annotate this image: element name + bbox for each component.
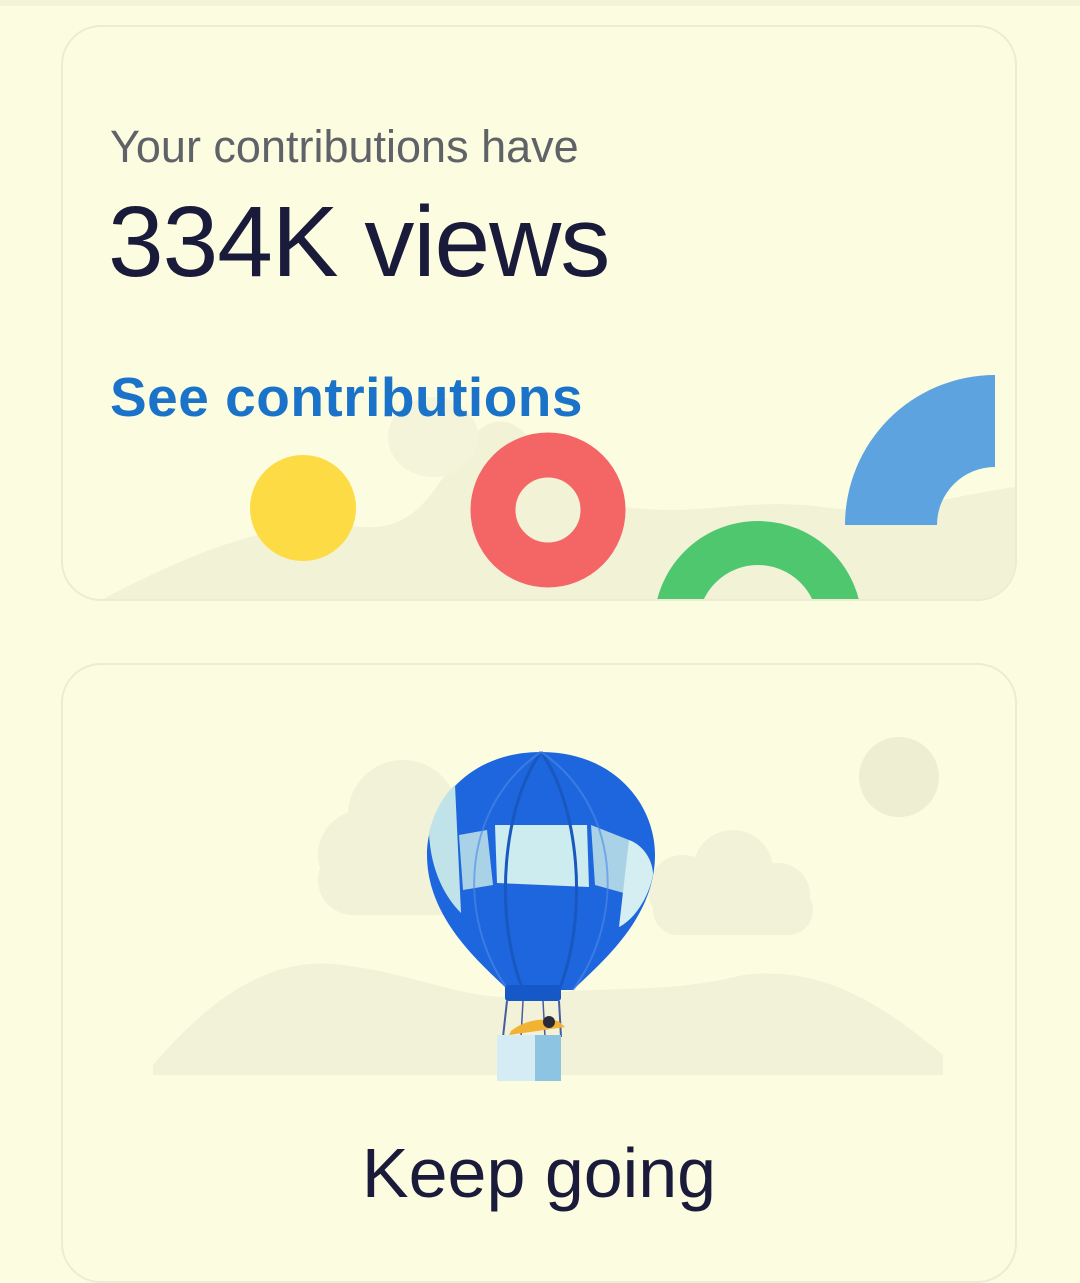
contributions-subtitle: Your contributions have — [110, 121, 579, 172]
views-count: 334K views — [108, 186, 610, 298]
progress-card: Keep going — [61, 663, 1017, 1283]
contributions-card: Your contributions have 334K views See c… — [61, 25, 1017, 601]
sun-shape — [859, 737, 939, 817]
keep-going-message: Keep going — [361, 1134, 717, 1212]
see-contributions-link[interactable]: See contributions — [110, 365, 583, 429]
yellow-circle-shape — [250, 455, 356, 561]
contributions-illustration — [103, 375, 1015, 599]
top-divider — [0, 0, 1080, 6]
